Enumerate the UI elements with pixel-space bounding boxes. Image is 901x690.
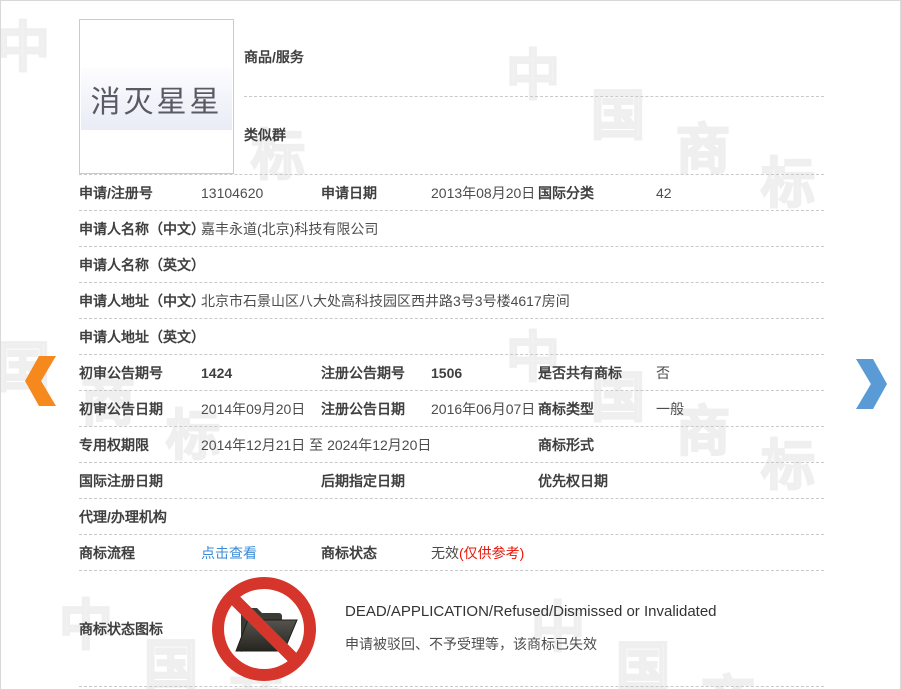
status-icon-row: 商标状态图标 DEAD/APPLICATION/Refused — [79, 571, 824, 687]
intl-reg-date-label: 国际注册日期 — [79, 471, 201, 491]
table-row: 代理/办理机构 — [79, 499, 824, 535]
table-row: 申请人名称（中文） 嘉丰永道(北京)科技有限公司 — [79, 211, 824, 247]
agency-label: 代理/办理机构 — [79, 507, 201, 527]
goods-services-label: 商品/服务 — [244, 47, 304, 67]
intl-class-label: 国际分类 — [538, 183, 656, 203]
table-row: 申请人地址（英文） — [79, 319, 824, 355]
status-icon-line1: DEAD/APPLICATION/Refused/Dismissed or In… — [345, 603, 717, 620]
reg-no-label: 申请/注册号 — [79, 183, 201, 203]
similar-group-label: 类似群 — [244, 125, 286, 145]
goods-services-pane: 商品/服务 类似群 — [234, 19, 824, 174]
first-pub-date-label: 初审公告日期 — [79, 399, 201, 419]
process-view-link[interactable]: 点击查看 — [201, 545, 257, 561]
app-date-value: 2013年08月20日 — [431, 183, 538, 203]
table-row: 申请/注册号 13104620 申请日期 2013年08月20日 国际分类 42 — [79, 175, 824, 211]
trademark-header-section: 消灭星星 商品/服务 类似群 — [79, 19, 824, 175]
trademark-detail-content: 消灭星星 商品/服务 类似群 申请/注册号 13104620 申请日期 2013… — [79, 19, 824, 687]
mark-type-label: 商标类型 — [538, 399, 656, 419]
trademark-image-text: 消灭星星 — [91, 77, 223, 121]
status-icon-label: 商标状态图标 — [79, 619, 201, 639]
trademark-image-band: 消灭星星 — [81, 68, 232, 130]
table-row: 申请人地址（中文） 北京市石景山区八大处高科技园区西井路3号3号楼4617房间 — [79, 283, 824, 319]
table-row: 初审公告期号 1424 注册公告期号 1506 是否共有商标 否 — [79, 355, 824, 391]
applicant-cn-label: 申请人名称（中文） — [79, 219, 201, 239]
exclusive-period-value: 2014年12月21日 至 2024年12月20日 — [201, 435, 538, 455]
process-label: 商标流程 — [79, 543, 201, 563]
trademark-detail-card: 中 国 商 标 中 国 商 标 中 国 商 标 中 国 商 标 中 国 商 标 … — [0, 0, 901, 690]
first-pub-no-value: 1424 — [201, 365, 321, 381]
reg-pub-date-label: 注册公告日期 — [321, 399, 431, 419]
similar-group-row: 类似群 — [244, 97, 824, 175]
table-row: 初审公告日期 2014年09月20日 注册公告日期 2016年06月07日 商标… — [79, 391, 824, 427]
prohibited-folder-icon — [209, 574, 319, 684]
applicant-cn-value: 嘉丰永道(北京)科技有限公司 — [201, 219, 824, 239]
applicant-en-label: 申请人名称（英文） — [79, 255, 201, 275]
table-row: 商标流程 点击查看 商标状态 无效(仅供参考) — [79, 535, 824, 571]
status-note: (仅供参考) — [459, 545, 524, 561]
status-icon-line2: 申请被驳回、不予受理等，该商标已失效 — [345, 634, 717, 654]
reg-pub-no-value: 1506 — [431, 365, 538, 381]
shared-mark-label: 是否共有商标 — [538, 363, 656, 383]
table-row: 专用权期限 2014年12月21日 至 2024年12月20日 商标形式 — [79, 427, 824, 463]
prev-arrow-button[interactable] — [25, 356, 56, 406]
reg-no-value: 13104620 — [201, 185, 321, 201]
first-pub-no-label: 初审公告期号 — [79, 363, 201, 383]
goods-services-row: 商品/服务 — [244, 19, 824, 97]
first-pub-date-value: 2014年09月20日 — [201, 399, 321, 419]
status-value: 无效 — [431, 545, 459, 561]
mark-type-value: 一般 — [656, 399, 824, 419]
priority-date-label: 优先权日期 — [538, 471, 656, 491]
reg-pub-date-value: 2016年06月07日 — [431, 399, 538, 419]
address-cn-label: 申请人地址（中文） — [79, 291, 201, 311]
address-cn-value: 北京市石景山区八大处高科技园区西井路3号3号楼4617房间 — [201, 291, 824, 311]
address-en-label: 申请人地址（英文） — [79, 327, 201, 347]
later-desig-date-label: 后期指定日期 — [321, 471, 431, 491]
reg-pub-no-label: 注册公告期号 — [321, 363, 431, 383]
shared-mark-value: 否 — [656, 363, 824, 383]
exclusive-period-label: 专用权期限 — [79, 435, 201, 455]
table-row: 申请人名称（英文） — [79, 247, 824, 283]
next-arrow-button[interactable] — [856, 359, 887, 409]
trademark-image: 消灭星星 — [79, 19, 234, 174]
app-date-label: 申请日期 — [321, 183, 431, 203]
status-label: 商标状态 — [321, 543, 431, 563]
mark-form-label: 商标形式 — [538, 435, 656, 455]
watermark-char: 中 — [0, 21, 50, 75]
table-row: 国际注册日期 后期指定日期 优先权日期 — [79, 463, 824, 499]
intl-class-value: 42 — [656, 185, 824, 201]
